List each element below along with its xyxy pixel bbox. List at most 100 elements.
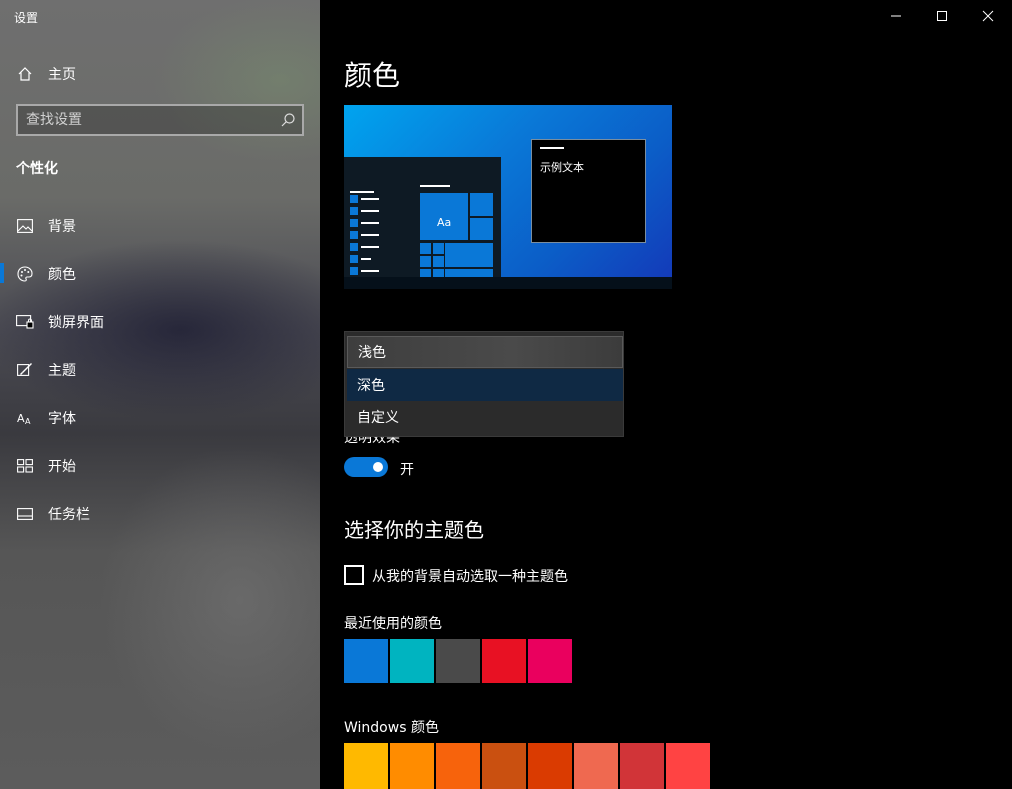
preview-taskbar xyxy=(344,277,672,289)
dropdown-option-custom[interactable]: 自定义 xyxy=(347,401,623,433)
sidebar-item-lock-screen[interactable]: 锁屏界面 xyxy=(0,302,320,342)
section-title: 个性化 xyxy=(16,161,58,177)
sidebar-item-label: 任务栏 xyxy=(48,507,90,523)
preview-start-menu: Aa xyxy=(344,157,501,277)
sidebar: 设置 主页 个性化 背景 颜色 锁屏界面 主题 xyxy=(0,0,320,789)
close-icon xyxy=(982,10,994,22)
window-title: 设置 xyxy=(14,11,39,25)
preview-sample-window: 示例文本 xyxy=(531,139,646,243)
preview-list-line xyxy=(361,270,379,272)
preview-window-bar xyxy=(540,147,564,149)
preview-tile xyxy=(433,243,444,254)
color-swatch[interactable] xyxy=(574,743,618,789)
sidebar-item-colors[interactable]: 颜色 xyxy=(0,254,320,294)
preview-tile xyxy=(470,218,493,240)
preview-tile xyxy=(420,269,431,277)
color-swatch[interactable] xyxy=(436,639,480,683)
preview-list-square xyxy=(350,219,358,227)
preview-tile xyxy=(433,256,444,267)
theme-preview: Aa 示例文本 xyxy=(344,105,672,289)
auto-accent-label[interactable]: 从我的背景自动选取一种主题色 xyxy=(372,566,568,586)
preview-tile-text: Aa xyxy=(437,216,452,229)
sidebar-item-label: 主题 xyxy=(48,363,76,379)
color-swatch[interactable] xyxy=(528,639,572,683)
color-swatch[interactable] xyxy=(482,639,526,683)
preview-tile xyxy=(445,269,493,277)
sidebar-item-label: 背景 xyxy=(48,219,76,235)
preview-list-line xyxy=(361,210,379,212)
preview-list-line xyxy=(361,258,371,260)
color-swatch[interactable] xyxy=(390,743,434,789)
minimize-icon xyxy=(891,15,901,17)
svg-text:A: A xyxy=(17,412,25,425)
color-swatch[interactable] xyxy=(666,743,710,789)
sidebar-item-taskbar[interactable]: 任务栏 xyxy=(0,494,320,534)
preview-list-line xyxy=(350,191,374,193)
preview-list-square xyxy=(350,207,358,215)
sidebar-item-background[interactable]: 背景 xyxy=(0,206,320,246)
search-box[interactable] xyxy=(16,104,304,136)
preview-list-line xyxy=(361,234,379,236)
sidebar-item-label: 颜色 xyxy=(48,267,76,283)
preview-tile xyxy=(470,193,493,216)
sidebar-item-fonts[interactable]: AA 字体 xyxy=(0,398,320,438)
picture-icon xyxy=(16,217,34,235)
color-swatch[interactable] xyxy=(390,639,434,683)
preview-large-tile: Aa xyxy=(420,193,468,240)
color-swatch[interactable] xyxy=(482,743,526,789)
color-swatch[interactable] xyxy=(528,743,572,789)
theme-brush-icon xyxy=(16,361,34,379)
font-icon: AA xyxy=(16,409,34,427)
preview-list-line xyxy=(361,198,379,200)
color-mode-dropdown[interactable]: 浅色 深色 自定义 xyxy=(344,331,624,437)
color-swatch[interactable] xyxy=(344,743,388,789)
preview-tile xyxy=(445,243,493,267)
home-nav-item[interactable]: 主页 xyxy=(0,54,320,94)
sidebar-item-themes[interactable]: 主题 xyxy=(0,350,320,390)
preview-list-square xyxy=(350,195,358,203)
windows-colors-row xyxy=(344,743,712,789)
preview-tile xyxy=(420,243,431,254)
home-icon xyxy=(16,65,34,83)
dropdown-option-light[interactable]: 浅色 xyxy=(347,336,623,368)
windows-colors-label: Windows 颜色 xyxy=(344,720,439,736)
search-icon[interactable] xyxy=(280,112,296,128)
start-grid-icon xyxy=(16,457,34,475)
transparency-state: 开 xyxy=(400,462,414,478)
color-swatch[interactable] xyxy=(344,639,388,683)
sidebar-item-label: 锁屏界面 xyxy=(48,315,104,331)
svg-text:A: A xyxy=(25,417,31,425)
maximize-button[interactable] xyxy=(919,0,965,32)
transparency-toggle[interactable] xyxy=(344,457,388,477)
recent-colors-label: 最近使用的颜色 xyxy=(344,616,442,632)
lock-screen-icon xyxy=(16,313,34,331)
color-swatch[interactable] xyxy=(620,743,664,789)
dropdown-option-dark[interactable]: 深色 xyxy=(347,369,623,401)
close-button[interactable] xyxy=(965,0,1011,32)
auto-accent-checkbox[interactable] xyxy=(344,565,364,585)
sidebar-item-label: 开始 xyxy=(48,459,76,475)
sidebar-item-start[interactable]: 开始 xyxy=(0,446,320,486)
preview-list-square xyxy=(350,231,358,239)
minimize-button[interactable] xyxy=(873,0,919,32)
preview-list-square xyxy=(350,267,358,275)
search-input[interactable] xyxy=(26,111,266,129)
preview-tiles-header xyxy=(420,185,450,187)
toggle-knob xyxy=(373,462,383,472)
palette-icon xyxy=(16,265,34,283)
preview-sample-text: 示例文本 xyxy=(540,161,584,174)
recent-colors-row xyxy=(344,639,574,683)
preview-list-square xyxy=(350,243,358,251)
accent-section-title: 选择你的主题色 xyxy=(344,518,484,542)
preview-list-square xyxy=(350,255,358,263)
preview-tile xyxy=(433,269,444,277)
sidebar-item-label: 字体 xyxy=(48,411,76,427)
maximize-icon xyxy=(937,11,947,21)
preview-tile xyxy=(420,256,431,267)
taskbar-icon xyxy=(16,505,34,523)
preview-list-line xyxy=(361,222,379,224)
page-title: 颜色 xyxy=(344,59,401,92)
home-label: 主页 xyxy=(48,67,76,83)
preview-list-line xyxy=(361,246,379,248)
color-swatch[interactable] xyxy=(436,743,480,789)
